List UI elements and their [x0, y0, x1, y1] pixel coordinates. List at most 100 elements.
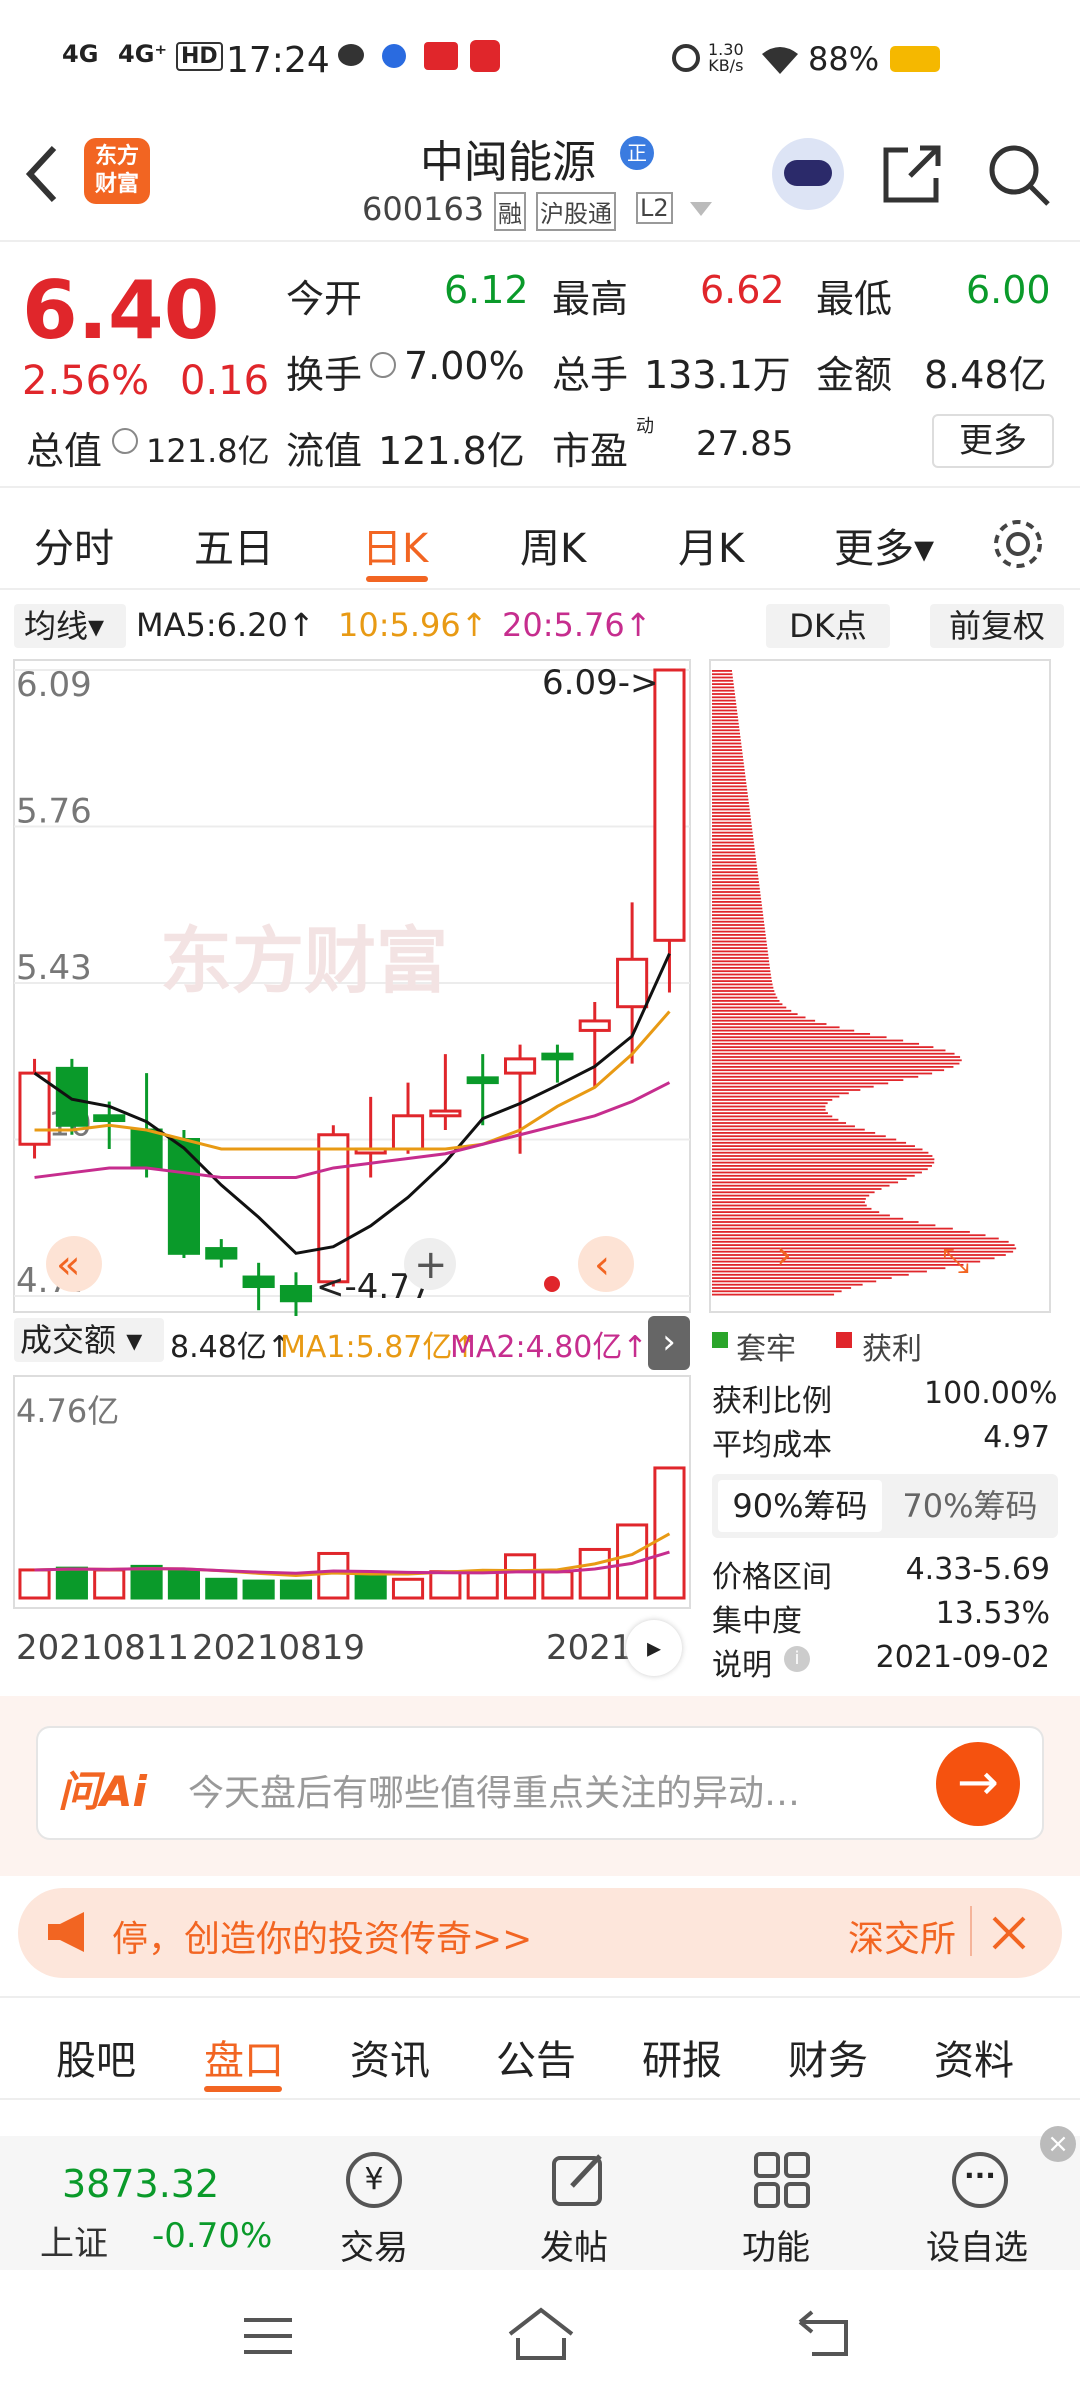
trade-yen-icon[interactable]: ¥ [346, 2152, 402, 2208]
tab-monthly-k[interactable]: 月K [678, 516, 744, 574]
volume-chart[interactable]: 4.76亿 [0, 1372, 700, 1612]
amount-value: 8.48亿 [924, 353, 1047, 397]
network-indicator-2: 4G⁺ [118, 40, 168, 68]
chip-bar [712, 676, 733, 679]
chip-bar [712, 1201, 865, 1204]
chip-bar [712, 953, 769, 956]
app-logo[interactable]: 东方 财富 [84, 138, 150, 204]
info-icon[interactable] [370, 352, 396, 378]
tab-5day[interactable]: 五日 [194, 516, 274, 574]
mcap-value: 121.8亿 [146, 432, 270, 470]
volume-value: 133.1万 [644, 353, 791, 397]
turnover-label: 换手 [286, 353, 363, 397]
volume-bar [317, 1551, 350, 1600]
dk-point-toggle[interactable]: DK点 [766, 604, 890, 648]
functions-button[interactable]: 功能 [742, 2220, 810, 2269]
profit-legend: 获利 [862, 1332, 922, 1367]
chip-bar [712, 1171, 922, 1174]
chip-bar [712, 679, 734, 682]
share-icon[interactable] [880, 142, 944, 206]
close-icon[interactable] [990, 1914, 1028, 1952]
tab-70-chips[interactable]: 70%筹码 [888, 1480, 1052, 1532]
chip-bar [712, 772, 746, 775]
chip-bar [712, 877, 759, 880]
post-button[interactable]: 发帖 [540, 2220, 608, 2269]
chip-bar [712, 993, 776, 996]
scroll-right-button[interactable]: ▸ [626, 1620, 682, 1676]
search-icon[interactable] [986, 142, 1052, 208]
chip-bar [712, 891, 761, 893]
chip-bar [712, 1260, 981, 1263]
indicator-type-select[interactable]: 均线▾ [14, 604, 126, 648]
tab-weekly-k[interactable]: 周K [520, 516, 586, 574]
chip-bar [712, 706, 737, 709]
tab-news[interactable]: 资讯 [350, 2028, 430, 2086]
volume-type-select[interactable]: 成交额 ▾ [14, 1318, 164, 1362]
chip-bar [712, 1006, 787, 1009]
tab-daily-k[interactable]: 日K [362, 516, 428, 574]
chip-bar [712, 792, 748, 794]
close-icon[interactable]: × [1040, 2126, 1076, 2162]
chip-bar [712, 1290, 842, 1293]
add-watchlist-icon[interactable]: ··· [952, 2152, 1008, 2208]
tab-profile[interactable]: 资料 [934, 2028, 1014, 2086]
chip-bar [712, 762, 744, 765]
add-watchlist-button[interactable]: 设自选 [926, 2220, 1028, 2269]
chip-bar [712, 914, 764, 916]
tab-research[interactable]: 研报 [642, 2028, 722, 2086]
chip-bar [712, 1280, 877, 1283]
info-icon[interactable] [112, 428, 138, 454]
tab-90-chips[interactable]: 90%筹码 [718, 1480, 882, 1532]
chip-bar [712, 1056, 961, 1058]
chevron-down-icon[interactable] [690, 202, 712, 218]
y-tick-label: 5.43 [16, 948, 92, 988]
chip-bar [712, 841, 754, 844]
tab-forum[interactable]: 股吧 [56, 2028, 136, 2086]
chip-bar [712, 1069, 945, 1072]
ai-submit-arrow-icon[interactable]: → [936, 1742, 1020, 1826]
tab-order-book[interactable]: 盘口 [204, 2028, 284, 2086]
back-icon[interactable] [22, 144, 62, 204]
chip-bar [712, 709, 738, 712]
tab-financials[interactable]: 财务 [788, 2028, 868, 2086]
menu-icon[interactable] [240, 2314, 296, 2358]
candle-body [391, 1114, 425, 1151]
ma10-value: 10:5.96↑ [338, 606, 488, 644]
chip-bar [712, 818, 751, 821]
chip-bar [712, 910, 763, 913]
candle-body [279, 1285, 313, 1303]
candle-body [429, 1109, 462, 1118]
info-icon[interactable]: i [784, 1646, 810, 1672]
trade-button[interactable]: 交易 [340, 2220, 408, 2269]
chip-bar [712, 755, 743, 758]
collapse-panel-button[interactable]: › [648, 1316, 690, 1370]
ai-assistant-avatar[interactable] [772, 138, 844, 210]
candle-body [205, 1247, 238, 1260]
chip-bar [712, 1227, 953, 1230]
more-quote-button[interactable]: 更多 [932, 414, 1054, 468]
chip-bar [712, 1211, 880, 1213]
kline-chart[interactable]: 东方财富 6.095.765.435.104.77 6.09-> <-4.77 … [0, 656, 700, 1316]
tab-more[interactable]: 更多▾ [834, 516, 934, 574]
chip-bar [712, 1287, 852, 1289]
back-nav-icon[interactable] [794, 2310, 854, 2360]
tab-intraday[interactable]: 分时 [34, 516, 114, 574]
event-dot [544, 1276, 560, 1292]
status-bar: 4G 4G⁺ HD 17:24 1.30 KB/s 88% [0, 0, 1080, 120]
pe-dynamic-mark: 动 [636, 416, 654, 437]
index-value[interactable]: 3873.32 [62, 2162, 219, 2206]
chip-bar [712, 1122, 847, 1124]
chip-bar [712, 1033, 871, 1035]
ai-search-box[interactable]: 问Ai 今天盘后有哪些值得重点关注的异动… → [36, 1726, 1044, 1840]
promo-banner[interactable]: 停，创造你的投资传奇>> 深交所 [18, 1888, 1062, 1978]
chip-bar [712, 1145, 915, 1147]
functions-grid-icon[interactable] [752, 2150, 812, 2210]
settings-gear-icon[interactable] [990, 516, 1046, 572]
tab-announcements[interactable]: 公告 [496, 2028, 576, 2086]
chip-bar [712, 831, 753, 834]
home-icon[interactable] [506, 2306, 576, 2362]
post-edit-icon[interactable] [550, 2150, 610, 2210]
adjust-mode-button[interactable]: 前复权 [930, 604, 1064, 648]
tag-connect: 沪股通 [536, 192, 616, 231]
chip-bar [712, 1039, 904, 1042]
